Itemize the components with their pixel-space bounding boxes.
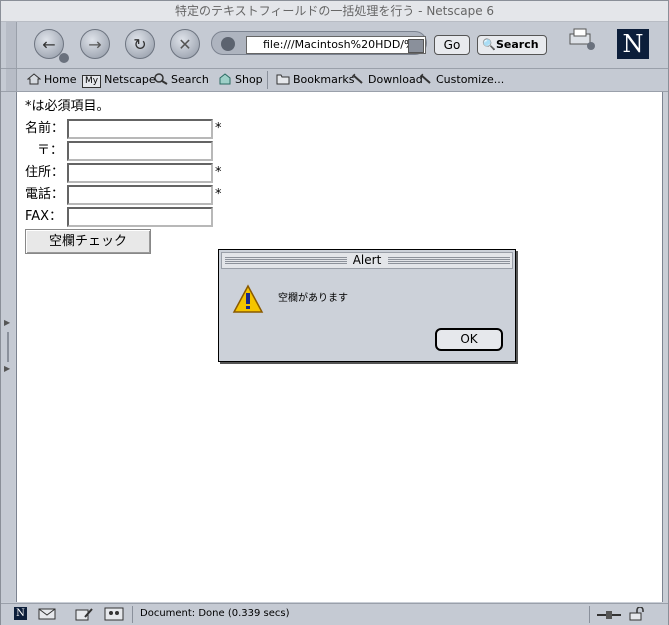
- stop-button[interactable]: ✕: [170, 29, 200, 59]
- customize-label: Customize...: [436, 73, 505, 86]
- home-icon: [26, 73, 42, 85]
- status-bar: N Document: Done (0.339 secs): [1, 603, 668, 625]
- sidebar-toggle[interactable]: ▶ ▶: [1, 92, 15, 602]
- title-bar[interactable]: 特定のテキストフィールドの一括処理を行う - Netscape 6: [1, 1, 668, 22]
- warning-icon: [232, 284, 264, 317]
- go-label: Go: [443, 38, 461, 52]
- download-link[interactable]: Download: [351, 72, 423, 88]
- url-dropdown-arrow-icon[interactable]: [408, 39, 424, 53]
- address-book-icon[interactable]: [104, 607, 124, 624]
- postal-label: 〒：: [37, 143, 64, 158]
- history-dropdown[interactable]: [221, 37, 235, 51]
- address-field[interactable]: [67, 163, 213, 183]
- customize-link[interactable]: Customize...: [419, 72, 504, 88]
- name-field[interactable]: [67, 119, 213, 139]
- address-required-mark: *: [215, 165, 222, 180]
- search-link[interactable]: Search: [154, 72, 209, 88]
- phone-label: 電話：: [25, 187, 65, 202]
- bookmark-link-icon: [351, 73, 365, 85]
- search-icon: [154, 73, 168, 85]
- url-input[interactable]: file:///Macintosh%20HDD/%9: [246, 36, 426, 54]
- folder-icon: [276, 73, 290, 85]
- search-button[interactable]: 🔍 Search: [477, 35, 547, 55]
- phone-required-mark: *: [215, 187, 222, 202]
- name-required-mark: *: [215, 121, 222, 136]
- my-netscape-link[interactable]: My Netscape: [82, 72, 156, 88]
- my-netscape-label: Netscape: [104, 73, 156, 86]
- reload-icon: ↻: [133, 34, 147, 54]
- bookmarks-label: Bookmarks: [293, 73, 355, 86]
- shop-link[interactable]: Shop: [218, 72, 263, 88]
- postal-field[interactable]: [67, 141, 213, 161]
- sidebar-arrow-icon: ▶: [4, 364, 11, 373]
- personal-toolbar: Home My Netscape Search Shop Bookmarks Do…: [1, 69, 668, 92]
- search-link-label: Search: [171, 73, 209, 86]
- mail-icon[interactable]: [38, 608, 56, 623]
- forward-arrow-icon: →: [88, 34, 102, 54]
- sidebar-grip: [7, 332, 9, 362]
- online-status-icon[interactable]: [597, 609, 621, 623]
- back-arrow-icon: ←: [42, 34, 56, 54]
- url-text: file:///Macintosh%20HDD/%9: [263, 38, 422, 51]
- fax-label: FAX：: [25, 209, 63, 224]
- security-lock-icon[interactable]: [629, 606, 645, 624]
- bookmarks-menu[interactable]: Bookmarks: [276, 72, 354, 88]
- reload-button[interactable]: ↻: [125, 29, 155, 59]
- forward-button[interactable]: →: [80, 29, 110, 59]
- window-title: 特定のテキストフィールドの一括処理を行う - Netscape 6: [174, 4, 495, 18]
- alert-title-bar[interactable]: Alert: [221, 252, 513, 269]
- print-icon[interactable]: [567, 28, 595, 50]
- magnifier-icon: 🔍: [482, 38, 496, 51]
- alert-dialog: Alert 空欄があります OK: [218, 249, 516, 362]
- alert-message: 空欄があります: [278, 293, 348, 304]
- status-separator: [132, 606, 133, 623]
- personal-toolbar-grip[interactable]: [6, 69, 17, 91]
- ok-button[interactable]: OK: [435, 328, 503, 351]
- go-button[interactable]: Go: [434, 35, 470, 55]
- my-netscape-icon: My: [82, 75, 102, 88]
- alert-title: Alert: [347, 253, 387, 267]
- status-separator: [589, 606, 590, 623]
- phone-field[interactable]: [67, 185, 213, 205]
- name-label: 名前：: [25, 121, 65, 136]
- browser-window: 特定のテキストフィールドの一括処理を行う - Netscape 6 ← → ↻ …: [0, 0, 669, 625]
- home-label: Home: [44, 73, 77, 86]
- fax-field[interactable]: [67, 207, 213, 227]
- shop-icon: [218, 73, 232, 85]
- netscape-small-icon[interactable]: N: [14, 607, 27, 620]
- home-link[interactable]: Home: [26, 72, 77, 88]
- netscape-logo[interactable]: N: [617, 29, 649, 59]
- blank-check-button[interactable]: 空欄チェック: [25, 229, 151, 254]
- composer-icon[interactable]: [75, 607, 93, 624]
- stop-icon: ✕: [178, 34, 192, 54]
- status-text: Document: Done (0.339 secs): [140, 608, 290, 619]
- toolbar-separator: [267, 71, 268, 89]
- address-label: 住所：: [25, 165, 65, 180]
- shop-label: Shop: [235, 73, 263, 86]
- required-note: *は必須項目。: [25, 99, 110, 114]
- download-label: Download: [368, 73, 423, 86]
- sidebar-arrow-icon: ▶: [4, 318, 11, 327]
- search-label: Search: [496, 38, 539, 51]
- navigation-toolbar: ← → ↻ ✕ file:///Macintosh%20HDD/%9 Go 🔍 …: [1, 22, 668, 69]
- bookmark-link-icon: [419, 73, 433, 85]
- back-history-dropdown[interactable]: [59, 53, 69, 63]
- toolbar-grip[interactable]: [6, 22, 17, 68]
